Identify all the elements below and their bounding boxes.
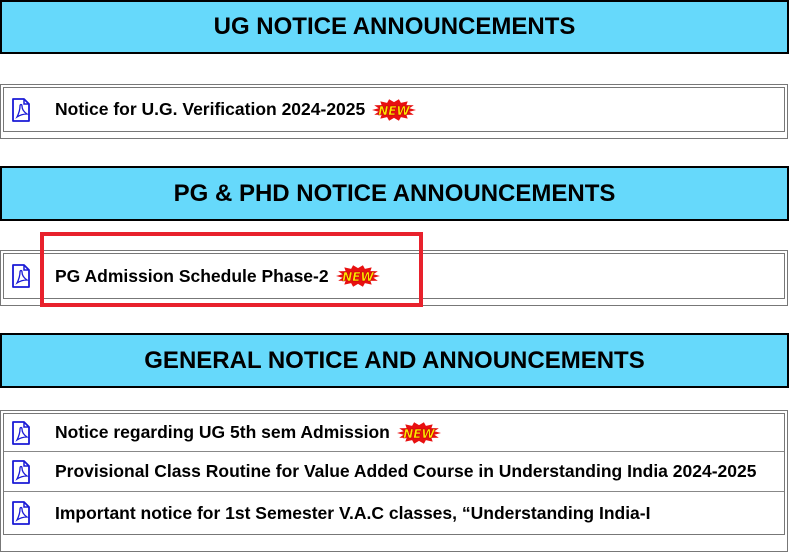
pdf-icon[interactable]: [10, 459, 32, 484]
ug-notice-header: UG NOTICE ANNOUNCEMENTS: [0, 0, 789, 54]
svg-text:NEW: NEW: [342, 270, 374, 284]
notice-row[interactable]: Provisional Class Routine for Value Adde…: [4, 452, 784, 492]
notice-label[interactable]: Important notice for 1st Semester V.A.C …: [55, 503, 650, 524]
new-badge-icon: NEW: [335, 265, 380, 287]
new-badge-icon: NEW: [396, 421, 441, 444]
notice-link[interactable]: Notice for U.G. Verification 2024-2025 N…: [55, 98, 417, 121]
notice-link[interactable]: Notice regarding UG 5th sem Admission NE…: [55, 421, 441, 444]
svg-text:NEW: NEW: [403, 427, 435, 441]
new-badge-icon: NEW: [372, 98, 417, 121]
notice-label[interactable]: Notice regarding UG 5th sem Admission: [55, 422, 390, 443]
notice-label[interactable]: Provisional Class Routine for Value Adde…: [55, 461, 756, 482]
notice-label[interactable]: PG Admission Schedule Phase-2: [55, 266, 329, 287]
ug-notice-list: Notice for U.G. Verification 2024-2025 N…: [0, 84, 788, 139]
pdf-icon[interactable]: [10, 420, 32, 445]
notice-link[interactable]: Important notice for 1st Semester V.A.C …: [55, 503, 650, 524]
svg-text:NEW: NEW: [379, 104, 411, 118]
notice-row[interactable]: PG Admission Schedule Phase-2 NEW: [4, 254, 784, 298]
notice-row[interactable]: Important notice for 1st Semester V.A.C …: [4, 492, 784, 534]
notice-link[interactable]: PG Admission Schedule Phase-2 NEW: [55, 265, 380, 287]
pg-notice-list: PG Admission Schedule Phase-2 NEW: [0, 250, 788, 306]
pdf-icon[interactable]: [10, 97, 32, 122]
general-notice-list: Notice regarding UG 5th sem Admission NE…: [0, 410, 788, 552]
general-notice-header: GENERAL NOTICE AND ANNOUNCEMENTS: [0, 333, 789, 388]
pg-phd-notice-header: PG & PHD NOTICE ANNOUNCEMENTS: [0, 166, 789, 221]
pdf-icon[interactable]: [10, 501, 32, 525]
notice-label[interactable]: Notice for U.G. Verification 2024-2025: [55, 99, 365, 120]
notice-row[interactable]: Notice regarding UG 5th sem Admission NE…: [4, 414, 784, 452]
pdf-icon[interactable]: [10, 264, 32, 288]
notice-row[interactable]: Notice for U.G. Verification 2024-2025 N…: [4, 88, 784, 131]
notice-link[interactable]: Provisional Class Routine for Value Adde…: [55, 461, 756, 482]
